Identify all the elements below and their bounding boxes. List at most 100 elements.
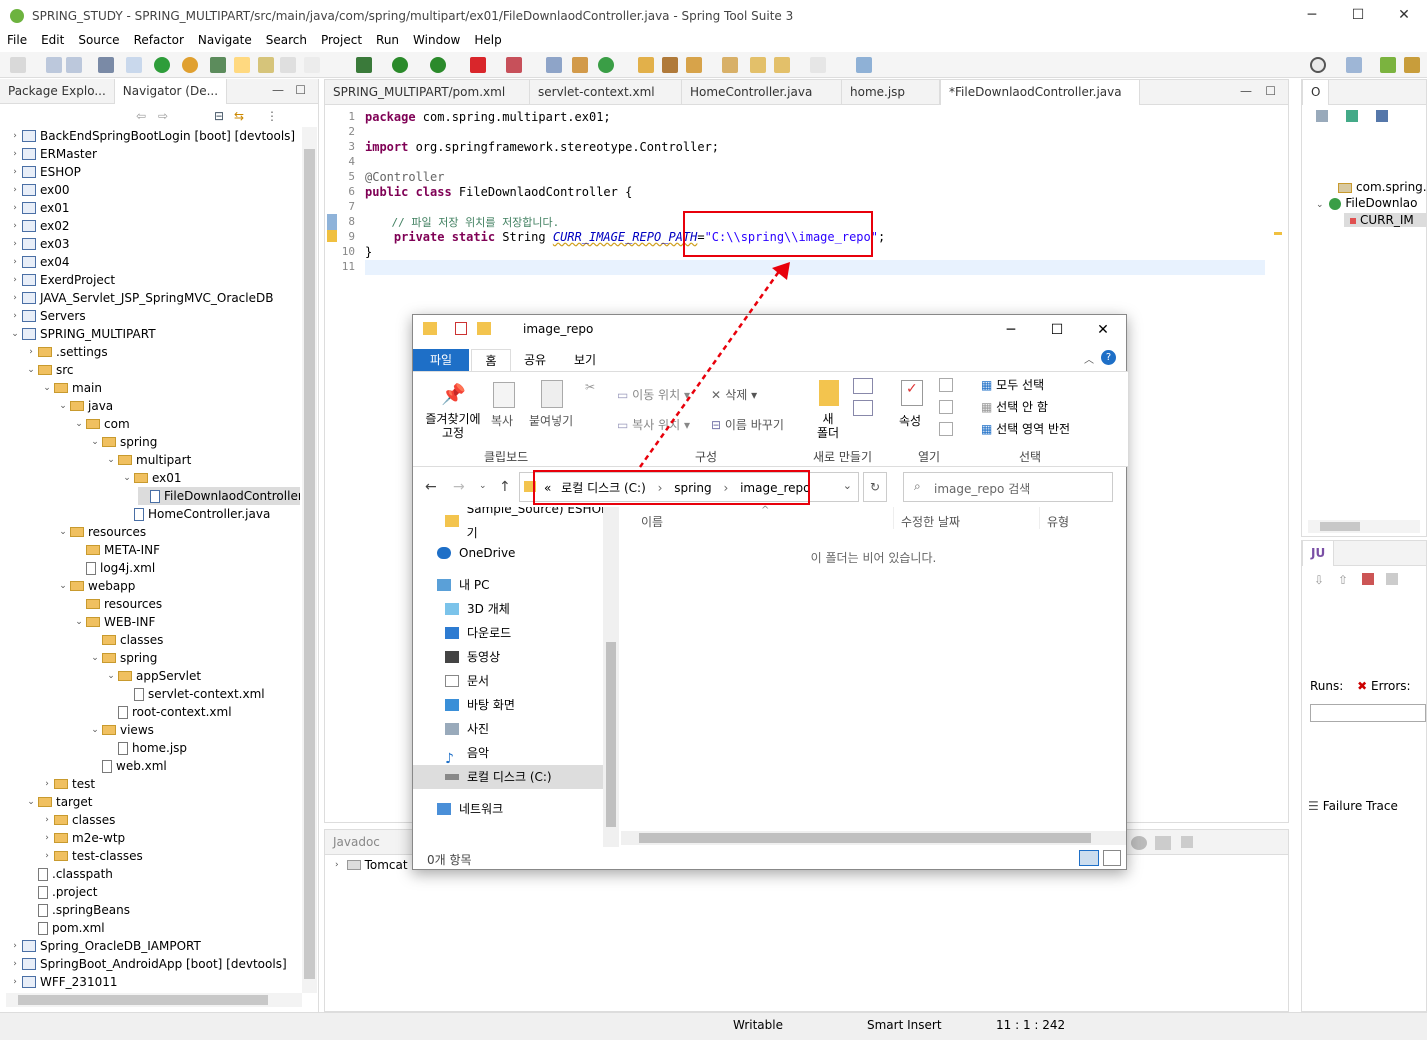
tree-item[interactable]: › SpringBoot_AndroidApp [boot] [devtools] [10, 955, 286, 973]
move-to-button[interactable]: ▭ 이동 위치 ▾ [617, 386, 690, 403]
tab-junit[interactable]: JU [1302, 540, 1335, 566]
new-icon[interactable] [10, 57, 26, 73]
tree-item[interactable]: › ex03 [10, 235, 69, 253]
tree-item[interactable]: › m2e-wtp [42, 829, 125, 847]
tree-item[interactable]: servlet-context.xml [122, 685, 265, 703]
tab-navigator[interactable]: Navigator (De... [113, 78, 228, 104]
expand-toggle-icon[interactable]: › [10, 217, 20, 235]
expand-toggle-icon[interactable]: ⌄ [90, 649, 100, 667]
tree-hscroll-thumb[interactable] [18, 995, 268, 1005]
expand-toggle-icon[interactable]: › [10, 127, 20, 145]
tree-item[interactable]: ⌄ java [58, 397, 113, 415]
menu-window[interactable]: Window [406, 31, 467, 50]
column-divider[interactable] [1039, 507, 1040, 529]
new-package-icon[interactable] [572, 57, 588, 73]
tree-horizontal-scrollbar[interactable] [6, 993, 302, 1007]
minimize-button[interactable]: ─ [1289, 0, 1335, 31]
outline-field[interactable]: CURR_IM [1344, 213, 1427, 227]
back-arrow-icon[interactable]: ⇦ [136, 109, 146, 123]
nav-item-this-pc[interactable]: 내 PC [437, 573, 489, 597]
outline-hscroll-thumb[interactable] [1320, 522, 1360, 531]
run-icon[interactable] [392, 57, 408, 73]
tab-servlet-context[interactable]: servlet-context.xml [530, 79, 682, 105]
ribbon-tab-home[interactable]: 홈 [471, 349, 511, 371]
tree-item[interactable]: ⌄ src [26, 361, 73, 379]
content-hscroll-thumb[interactable] [639, 833, 1091, 843]
tree-item[interactable]: ⌄ spring [90, 433, 157, 451]
column-name[interactable]: 이름 [641, 513, 663, 530]
forward-icon[interactable] [810, 57, 826, 73]
properties-button[interactable]: 속성 [899, 412, 921, 429]
link-editor-icon[interactable]: ⇆ [234, 109, 244, 123]
column-modified[interactable]: 수정한 날짜 [901, 513, 960, 530]
expand-toggle-icon[interactable]: › [42, 847, 52, 865]
tab-home-controller[interactable]: HomeController.java [682, 79, 842, 105]
expand-toggle-icon[interactable]: ⌄ [26, 361, 36, 379]
menu-search[interactable]: Search [259, 31, 314, 50]
large-icons-view-icon[interactable] [1103, 850, 1121, 866]
expand-toggle-icon[interactable]: › [10, 955, 20, 973]
tree-item[interactable]: web.xml [90, 757, 167, 775]
expand-toggle-icon[interactable]: ⌄ [106, 451, 116, 469]
nav-item-pictures[interactable]: 사진 [445, 717, 489, 741]
new-java-project-icon[interactable] [546, 57, 562, 73]
expand-toggle-icon[interactable]: › [26, 343, 36, 361]
tree-item[interactable]: › ex04 [10, 253, 69, 271]
tree-item[interactable]: log4j.xml [74, 559, 155, 577]
overview-warning-mark[interactable] [1274, 232, 1282, 235]
ribbon-tab-view[interactable]: 보기 [563, 349, 607, 371]
nav-item-3d-objects[interactable]: 3D 개체 [445, 597, 510, 621]
tree-item[interactable]: home.jsp [106, 739, 187, 757]
scroll-lock-icon[interactable] [1386, 573, 1398, 585]
whitespace-icon[interactable] [304, 57, 320, 73]
sort-icon[interactable] [1346, 110, 1358, 122]
stop-server-icon[interactable] [1181, 836, 1193, 848]
nav-item-network[interactable]: 네트워크 [437, 797, 503, 821]
history-icon[interactable] [939, 422, 953, 436]
back-icon[interactable] [774, 57, 790, 73]
new-item-icon[interactable] [853, 378, 873, 394]
tree-item[interactable]: HomeController.java [122, 505, 270, 523]
search-box[interactable]: ⌕ image_repo 검색 [903, 472, 1113, 502]
tree-item[interactable]: ⌄ com [74, 415, 129, 433]
tree-item[interactable]: ⌄ ex01 [122, 469, 181, 487]
expand-toggle-icon[interactable]: ⌄ [74, 613, 84, 631]
nav-item-documents[interactable]: 문서 [445, 669, 489, 693]
skip-breakpoints-icon[interactable] [126, 57, 142, 73]
cut-icon[interactable]: ✂ [585, 380, 595, 394]
tree-item[interactable]: root-context.xml [106, 703, 232, 721]
publish-icon[interactable] [1155, 836, 1171, 850]
menu-project[interactable]: Project [314, 31, 369, 50]
java-perspective-icon[interactable] [1404, 57, 1420, 73]
tree-item[interactable]: › ex01 [10, 199, 69, 217]
copy-button[interactable]: 복사 [491, 412, 513, 429]
failures-only-icon[interactable] [1362, 573, 1374, 585]
explorer-maximize-button[interactable]: ☐ [1034, 315, 1080, 345]
tree-item[interactable]: › classes [42, 811, 115, 829]
tree-item[interactable]: ⌄ target [26, 793, 92, 811]
expand-toggle-icon[interactable]: › [10, 235, 20, 253]
tree-item[interactable]: .project [26, 883, 97, 901]
copy-icon[interactable] [493, 382, 515, 408]
new-class-icon[interactable] [598, 57, 614, 73]
save-all-icon[interactable] [66, 57, 82, 73]
new-folder-button[interactable]: 새 폴더 [813, 412, 843, 440]
maximize-view-icon[interactable]: ☐ [295, 83, 306, 97]
nav-scrollbar[interactable] [603, 507, 619, 847]
tree-item[interactable]: › test-classes [42, 847, 143, 865]
expand-toggle-icon[interactable]: ⌄ [58, 577, 68, 595]
search-repo-icon[interactable] [210, 57, 226, 73]
tree-item[interactable]: › BackEndSpringBootLogin [boot] [devtools… [10, 127, 295, 145]
pin-to-quick-access-button[interactable]: 즐겨찾기에 고정 [421, 412, 485, 440]
copy-to-button[interactable]: ▭ 복사 위치 ▾ [617, 416, 690, 433]
maximize-button[interactable]: ☐ [1335, 0, 1381, 31]
tree-item[interactable]: › Spring_OracleDB_IAMPORT [10, 937, 201, 955]
ribbon-tab-share[interactable]: 공유 [513, 349, 557, 371]
expand-toggle-icon[interactable]: › [10, 199, 20, 217]
tree-item[interactable]: ⌄ views [90, 721, 154, 739]
tree-item[interactable]: › ex02 [10, 217, 69, 235]
expand-toggle-icon[interactable]: › [10, 163, 20, 181]
tab-file-download-controller[interactable]: *FileDownlaodController.java [940, 79, 1140, 105]
tree-item[interactable]: ⌄ resources [58, 523, 146, 541]
minimize-view-icon[interactable]: — [272, 83, 284, 97]
